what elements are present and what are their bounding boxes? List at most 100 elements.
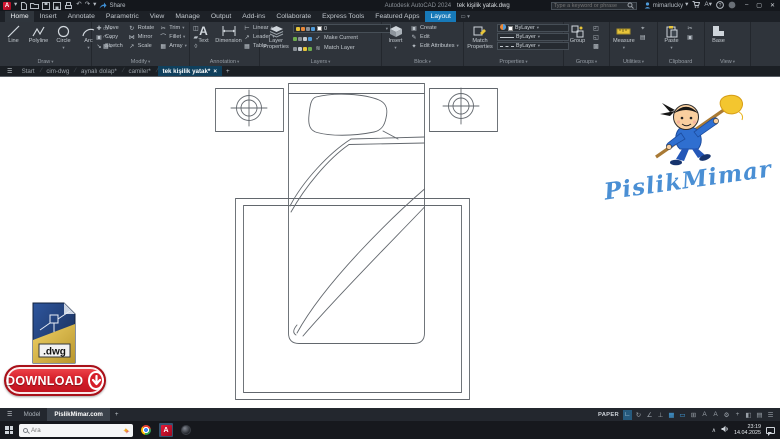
stretch-button[interactable]: ↘ Stretch (95, 42, 122, 51)
copy-clip-icon[interactable]: ▣ (686, 35, 694, 41)
ortho-toggle-icon[interactable]: ⊥ (656, 410, 665, 420)
model-tab[interactable]: Model (17, 408, 48, 421)
ribbon-tab-view[interactable]: View (144, 11, 170, 22)
panel-label-annotation[interactable]: Annotation (190, 58, 259, 66)
help-search-box[interactable] (550, 1, 637, 10)
ribbon-options-icon[interactable]: ▭ ▾ (456, 11, 474, 22)
annotation-visibility-icon[interactable]: A (700, 410, 709, 420)
plot-icon[interactable] (64, 1, 73, 10)
object-color-dropdown[interactable]: ByLayer (497, 24, 569, 32)
volume-icon[interactable] (721, 425, 729, 435)
search-icon[interactable] (627, 2, 634, 9)
workspace-settings-icon[interactable]: ⚙ (722, 410, 731, 420)
id-point-icon[interactable]: ⌖ (639, 26, 647, 32)
panel-label-utilities[interactable]: Utilities (610, 58, 657, 66)
edit-attributes-button[interactable]: ✦ Edit Attributes (410, 42, 459, 51)
chevron-down-icon[interactable]: ▾ (14, 2, 17, 9)
isodraft-icon[interactable]: ▦ (667, 410, 676, 420)
move-button[interactable]: ✚ Move (95, 24, 123, 33)
save-icon[interactable] (42, 1, 51, 10)
file-tab-start[interactable]: Start (17, 66, 40, 76)
notification-icon[interactable] (728, 1, 736, 11)
chrome-taskbar-icon[interactable] (139, 423, 153, 437)
file-tab-cim-dwg[interactable]: cim-dwg (41, 66, 74, 76)
autodesk-apps-icon[interactable]: A▾ (704, 2, 712, 9)
signed-in-user[interactable]: mimarlucky ▾ (644, 2, 688, 9)
close-button[interactable]: ✕ (770, 2, 775, 9)
object-snap-icon[interactable]: ▭ (678, 410, 687, 420)
polar-tracking-icon[interactable]: ∠ (645, 410, 654, 420)
dimension-button[interactable]: Dimension (215, 24, 242, 45)
panel-label-modify[interactable]: Modify (92, 58, 189, 66)
grid-toggle-icon[interactable]: ∟ (623, 409, 632, 420)
panel-label-draw[interactable]: Draw (0, 58, 91, 66)
start-button[interactable] (5, 426, 13, 434)
array-button[interactable]: ▦ Array (159, 42, 187, 51)
ribbon-tab-express-tools[interactable]: Express Tools (317, 11, 370, 22)
ribbon-tab-annotate[interactable]: Annotate (62, 11, 100, 22)
ribbon-tab-home[interactable]: Home (5, 11, 35, 22)
qat-customize-icon[interactable]: ▾ (93, 2, 96, 9)
help-icon[interactable]: ? (716, 0, 724, 11)
redo-icon[interactable]: ↷ (85, 2, 90, 9)
match-layer-button[interactable]: ≋ Match Layer (293, 44, 391, 53)
save-as-icon[interactable] (53, 1, 62, 10)
panel-label-clipboard[interactable]: Clipboard (658, 58, 704, 66)
lineweight-display-icon[interactable]: ⊞ (689, 410, 698, 420)
app-taskbar-icon[interactable] (179, 423, 193, 437)
panel-label-block[interactable]: Block (382, 58, 463, 66)
ribbon-tab-addins[interactable]: Add-ins (237, 11, 271, 22)
snap-toggle-icon[interactable]: ↻ (634, 410, 643, 420)
insert-button[interactable]: Insert (385, 24, 406, 51)
paper-space-indicator[interactable]: PAPER (598, 412, 619, 418)
create-block-button[interactable]: ▣ Create (410, 24, 459, 33)
customization-menu-icon[interactable]: ☰ (766, 410, 775, 420)
fillet-button[interactable]: ⌒ Fillet (159, 33, 187, 42)
file-tab-camiler[interactable]: camiler* (123, 66, 155, 76)
taskbar-search-box[interactable]: ✦ (19, 423, 133, 437)
quick-properties-icon[interactable]: + (733, 410, 742, 420)
new-file-icon[interactable] (20, 1, 28, 10)
quick-calc-icon[interactable]: ▤ (639, 35, 647, 41)
group-edit-icon[interactable]: ◱ (592, 35, 600, 41)
maximize-button[interactable]: ▢ (756, 2, 762, 9)
taskbar-search-input[interactable] (31, 426, 129, 434)
cut-icon[interactable]: ✂ (686, 26, 694, 32)
panel-label-view[interactable]: View (705, 58, 750, 66)
measure-button[interactable]: Measure (613, 24, 635, 51)
make-current-button[interactable]: ✓ Make Current (293, 34, 391, 43)
ribbon-tab-output[interactable]: Output (205, 11, 236, 22)
annotation-scale-icon[interactable]: A (711, 410, 720, 420)
mirror-button[interactable]: ⋈ Mirror (128, 33, 154, 42)
close-tab-icon[interactable]: × (213, 68, 217, 75)
scale-button[interactable]: ↗ Scale (128, 42, 154, 51)
open-folder-icon[interactable] (30, 2, 40, 9)
file-tabs-menu-icon[interactable]: ☰ (3, 66, 17, 76)
linetype-dropdown[interactable]: ByLayer (497, 42, 569, 50)
minimize-button[interactable]: – (745, 2, 748, 9)
panel-label-layers[interactable]: Layers (260, 58, 381, 66)
tray-expand-icon[interactable]: ∧ (712, 427, 716, 434)
autocad-taskbar-icon[interactable]: A (159, 423, 173, 437)
rotate-button[interactable]: ↻ Rotate (128, 24, 154, 33)
download-button[interactable]: DOWNLOAD (4, 365, 106, 396)
store-cart-icon[interactable] (692, 1, 701, 10)
lineweight-dropdown[interactable]: ByLayer (497, 33, 569, 41)
polyline-button[interactable]: Polyline (28, 24, 49, 45)
layer-properties-button[interactable]: Layer Properties (263, 24, 289, 51)
circle-button[interactable]: Circle (53, 24, 74, 51)
base-button[interactable]: Base (708, 24, 729, 45)
ribbon-tab-insert[interactable]: Insert (34, 11, 62, 22)
group-button[interactable]: Group (567, 24, 588, 45)
drawing-canvas[interactable]: PislikMimar .dwg DOWNLOAD (0, 76, 780, 408)
taskbar-clock[interactable]: 23:19 14.04.2025 (734, 424, 761, 437)
new-layout-button[interactable]: + (110, 408, 124, 421)
isolate-objects-icon[interactable]: ◧ (744, 410, 753, 420)
line-button[interactable]: Line (3, 24, 24, 45)
text-button[interactable]: A Text (193, 24, 214, 45)
panel-label-properties[interactable]: Properties (464, 58, 563, 66)
keyword-search-input[interactable] (553, 2, 625, 9)
ribbon-tab-layout[interactable]: Layout (425, 11, 457, 22)
ribbon-tab-featured-apps[interactable]: Featured Apps (370, 11, 425, 22)
panel-label-groups[interactable]: Groups (564, 58, 609, 66)
